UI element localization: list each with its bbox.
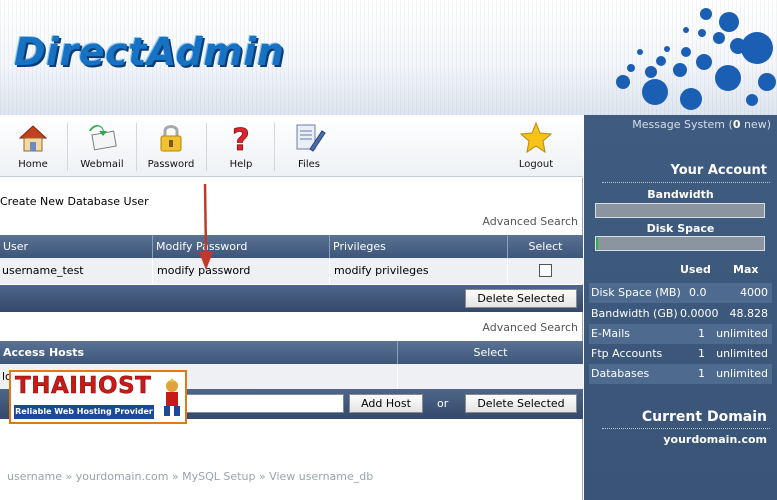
column-header-select[interactable]: Select <box>398 341 583 364</box>
message-system-suffix: new) <box>740 118 771 131</box>
users-table-footer: Delete Selected <box>0 285 583 312</box>
stat-max: unlimited <box>716 347 768 360</box>
stat-row-bandwidth: Bandwidth (GB) 0.0000 48.828 <box>589 304 772 324</box>
toolbar-divider <box>136 123 137 171</box>
breadcrumb[interactable]: username » yourdomain.com » MySQL Setup … <box>7 470 373 483</box>
current-domain-link[interactable]: yourdomain.com <box>663 433 767 446</box>
stat-row-emails: E-Mails 1 unlimited <box>589 324 772 344</box>
column-header-modify-password[interactable]: Modify Password <box>153 235 330 258</box>
thaihost-watermark: THAIHOST Reliable Web Hosting Provider <box>9 370 187 424</box>
watermark-title: THAIHOST <box>15 373 152 400</box>
directadmin-logo[interactable]: DirectAdmin <box>14 30 284 74</box>
column-header-privileges[interactable]: Privileges <box>330 235 508 258</box>
delete-selected-hosts-button[interactable]: Delete Selected <box>465 394 577 413</box>
column-header-user[interactable]: User <box>0 235 153 258</box>
toolbar-files[interactable]: Files <box>276 119 342 175</box>
bandwidth-usage-bar <box>595 203 765 218</box>
stats-header-max: Max <box>733 263 759 276</box>
toolbar-password-label: Password <box>147 159 195 170</box>
help-icon: ? <box>232 123 250 155</box>
select-checkbox[interactable] <box>539 264 552 277</box>
modify-password-link[interactable]: modify password <box>153 258 330 284</box>
lock-icon <box>160 125 182 152</box>
watermark-subtitle: Reliable Web Hosting Provider <box>14 405 154 419</box>
stat-max: 4000 <box>740 286 768 299</box>
home-icon <box>18 125 48 152</box>
stat-used: 1 <box>698 367 705 380</box>
hosts-table-header: Access Hosts Select <box>0 341 583 364</box>
stat-used: 1 <box>698 327 705 340</box>
disk-usage-bar <box>595 236 765 251</box>
files-icon <box>296 124 326 152</box>
toolbar-divider <box>67 123 68 171</box>
toolbar-webmail[interactable]: Webmail <box>69 119 135 175</box>
stat-max: unlimited <box>716 327 768 340</box>
toolbar-files-label: Files <box>298 159 320 170</box>
select-cell <box>508 258 583 284</box>
divider <box>602 182 770 183</box>
toolbar-webmail-label: Webmail <box>80 159 124 170</box>
divider <box>602 428 770 429</box>
svg-text:?: ? <box>232 123 249 155</box>
stat-name: Ftp Accounts <box>591 347 663 360</box>
modify-privileges-link[interactable]: modify privileges <box>330 258 508 284</box>
main-content: Create New Database User Advanced Search… <box>0 178 583 500</box>
toolbar-logout-label: Logout <box>518 159 554 170</box>
webmail-icon <box>89 125 117 151</box>
stat-name: E-Mails <box>591 327 630 340</box>
annotation-arrow <box>199 183 213 270</box>
stat-used: 0.0 <box>689 286 707 299</box>
add-host-button[interactable]: Add Host <box>349 394 423 413</box>
account-sidebar: Message System (0 new) Your Account Band… <box>584 115 777 500</box>
current-domain-title: Current Domain <box>641 409 767 425</box>
toolbar-logout[interactable]: Logout <box>503 119 569 175</box>
column-header-select[interactable]: Select <box>508 235 583 258</box>
stat-max: 48.828 <box>729 307 769 320</box>
add-host-input[interactable] <box>180 394 344 413</box>
table-row: username_test modify password modify pri… <box>0 258 583 284</box>
toolbar-help[interactable]: ? Help <box>208 119 274 175</box>
advanced-search-link[interactable]: Advanced Search <box>482 215 578 228</box>
column-header-access-hosts[interactable]: Access Hosts <box>0 341 398 364</box>
stat-row-disk-space: Disk Space (MB) 0.0 4000 <box>589 283 772 303</box>
main-toolbar: Home Webmail Password ? Help Files Logou… <box>0 115 583 177</box>
disk-usage-fill <box>596 237 598 250</box>
mascot-icon <box>164 378 180 416</box>
stats-header-used: Used <box>680 263 711 276</box>
advanced-search-link[interactable]: Advanced Search <box>482 321 578 334</box>
delete-selected-users-button[interactable]: Delete Selected <box>465 289 577 308</box>
stat-used: 0.0000 <box>680 307 719 320</box>
toolbar-help-label: Help <box>229 159 253 170</box>
bubbles-logo-graphic <box>616 8 776 110</box>
stat-row-databases: Databases 1 unlimited <box>589 364 772 384</box>
bandwidth-label: Bandwidth <box>647 188 714 201</box>
app-header: DirectAdmin <box>0 0 777 115</box>
your-account-title: Your Account <box>670 163 767 178</box>
stat-row-ftp-accounts: Ftp Accounts 1 unlimited <box>589 344 772 364</box>
user-name-link[interactable]: username_test <box>0 258 153 284</box>
host-select-cell <box>398 364 583 390</box>
toolbar-home[interactable]: Home <box>0 119 66 175</box>
stat-name: Bandwidth (GB) <box>591 307 678 320</box>
stat-name: Databases <box>591 367 650 380</box>
toolbar-password[interactable]: Password <box>138 119 204 175</box>
create-db-user-link[interactable]: Create New Database User <box>0 195 149 208</box>
toolbar-divider <box>206 123 207 171</box>
stat-name: Disk Space (MB) <box>591 286 681 299</box>
toolbar-home-label: Home <box>18 159 48 170</box>
message-system-prefix: Message System ( <box>632 118 733 131</box>
disk-space-label: Disk Space <box>646 222 715 235</box>
message-system-link[interactable]: Message System (0 new) <box>632 118 771 131</box>
users-table-header: User Modify Password Privileges Select <box>0 235 583 258</box>
stat-max: unlimited <box>716 367 768 380</box>
or-text: or <box>437 397 449 410</box>
star-logout-icon <box>519 121 553 154</box>
toolbar-divider <box>274 123 275 171</box>
stat-used: 1 <box>698 347 705 360</box>
